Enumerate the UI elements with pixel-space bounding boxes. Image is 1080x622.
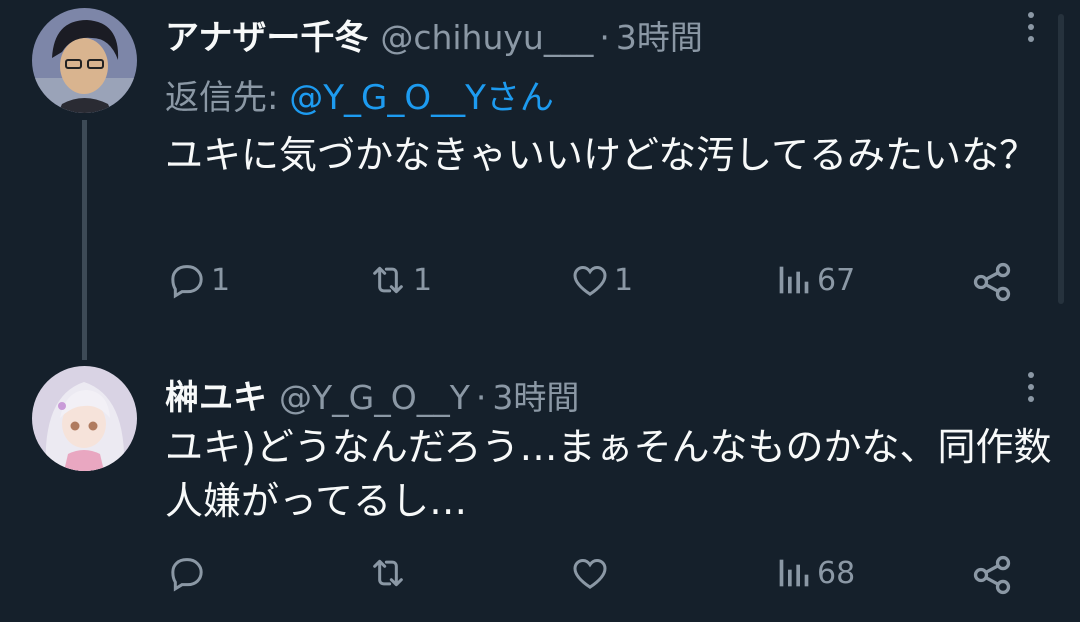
views-count: 68 — [817, 555, 856, 591]
reply-count: 1 — [211, 262, 231, 298]
action-bar: 1 1 1 67 — [165, 260, 1045, 310]
retweet-button[interactable]: 1 — [367, 260, 432, 300]
separator-dot: · — [475, 378, 487, 417]
retweet-button[interactable] — [367, 553, 413, 593]
share-button[interactable] — [970, 553, 1014, 597]
reply-mention-link[interactable]: @Y_G_O__Yさん — [289, 78, 554, 118]
views-icon — [779, 266, 809, 294]
share-icon — [973, 262, 1011, 302]
tweet-text: ユキ)どうなんだろう…まぁそんなものかな、同作数人嫌がってるし… — [165, 425, 1052, 523]
share-icon — [973, 555, 1011, 595]
user-handle[interactable]: @chihuyu___ — [380, 18, 593, 57]
like-icon — [573, 558, 607, 589]
user-handle[interactable]: @Y_G_O__Y — [279, 378, 470, 417]
display-name[interactable]: アナザー千冬 — [165, 10, 368, 59]
reply-icon — [171, 558, 203, 592]
reply-to-line: 返信先: @Y_G_O__Yさん — [165, 70, 554, 119]
retweet-icon — [373, 266, 403, 294]
timestamp[interactable]: 3時間 — [616, 11, 703, 59]
more-icon[interactable] — [1026, 12, 1036, 42]
tweet-1[interactable]: アナザー千冬 @chihuyu___ · 3時間 返信先: @Y_G_O__Yさ… — [0, 0, 1080, 360]
views-count: 67 — [817, 262, 856, 298]
tweet-header: アナザー千冬 @chihuyu___ · 3時間 — [165, 10, 703, 59]
like-icon — [573, 265, 607, 296]
share-button[interactable] — [970, 260, 1014, 304]
more-icon[interactable] — [1026, 372, 1036, 402]
tweet-2[interactable]: 榊ユキ @Y_G_O__Y · 3時間 ユキ)どうなんだろう…まぁそんなものかな… — [0, 340, 1080, 622]
display-name[interactable]: 榊ユキ — [165, 370, 267, 419]
reply-button[interactable] — [167, 553, 211, 593]
tweet-header: 榊ユキ @Y_G_O__Y · 3時間 — [165, 370, 579, 419]
views-icon — [779, 559, 809, 587]
action-bar: 68 — [165, 553, 1045, 603]
like-button[interactable] — [570, 553, 614, 593]
avatar-anotherchifuyu[interactable] — [32, 8, 137, 113]
reply-button[interactable]: 1 — [167, 260, 230, 300]
views-button[interactable]: 67 — [773, 260, 855, 300]
retweet-icon — [373, 559, 403, 587]
like-count: 1 — [614, 262, 634, 298]
avatar-sakakiyuki[interactable] — [32, 366, 137, 471]
views-button[interactable]: 68 — [773, 553, 855, 593]
reply-icon — [171, 265, 203, 299]
reply-to-prefix: 返信先: — [165, 78, 279, 118]
like-button[interactable]: 1 — [570, 260, 633, 300]
tweet-text: ユキに気づかなきゃいいけどな汚してるみたいな？ — [165, 133, 1038, 177]
timestamp[interactable]: 3時間 — [492, 371, 579, 419]
thread-line — [82, 120, 87, 360]
retweet-count: 1 — [413, 262, 433, 298]
separator-dot: · — [599, 18, 610, 57]
